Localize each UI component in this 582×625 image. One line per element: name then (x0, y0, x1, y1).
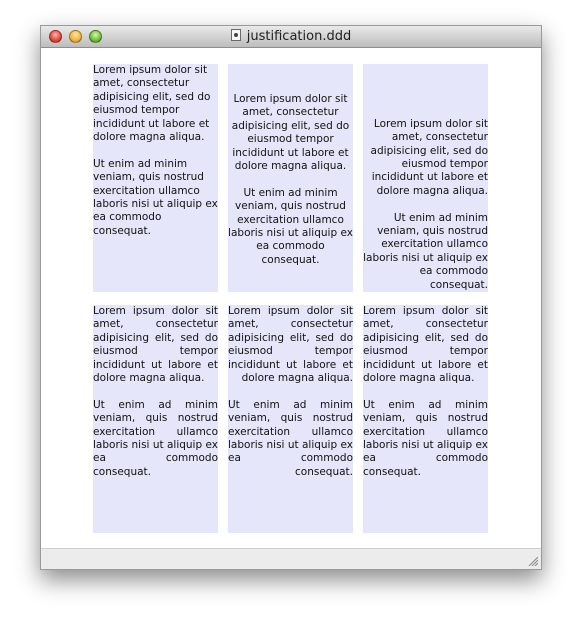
text-cell-bottom-center: Lorem ipsum dolor sit amet, consectetur … (228, 305, 353, 533)
paragraph-2: Ut enim ad minim veniam, quis nostrud ex… (228, 186, 353, 266)
paragraph-1: Lorem ipsum dolor sit amet, consectetur … (363, 305, 488, 385)
resize-grip-icon[interactable] (528, 556, 538, 566)
paragraph-2: Ut enim ad minim veniam, quis nostrud ex… (363, 211, 488, 291)
text-cell-top-left: Lorem ipsum dolor sit amet, consectetur … (93, 64, 218, 292)
paragraph-1: Lorem ipsum dolor sit amet, consectetur … (228, 305, 353, 385)
document-canvas: Lorem ipsum dolor sit amet, consectetur … (41, 48, 541, 549)
status-bar (41, 548, 541, 569)
document-icon (230, 29, 241, 41)
paragraph-2: Ut enim ad minim veniam, quis nostrud ex… (93, 157, 218, 237)
paragraph-1: Lorem ipsum dolor sit amet, consectetur … (93, 305, 218, 385)
title-bar[interactable]: justification.ddd (41, 26, 541, 48)
paragraph-2: Ut enim ad minim veniam, quis nostrud ex… (363, 398, 488, 478)
paragraph-2: Ut enim ad minim veniam, quis nostrud ex… (228, 398, 353, 478)
text-cell-top-center: Lorem ipsum dolor sit amet, consectetur … (228, 64, 353, 292)
paragraph-1: Lorem ipsum dolor sit amet, consectetur … (231, 93, 350, 173)
text-cell-bottom-left: Lorem ipsum dolor sit amet, consectetur … (93, 305, 218, 533)
text-cell-bottom-right: Lorem ipsum dolor sit amet, consectetur … (363, 305, 488, 533)
window-title-text: justification.ddd (246, 29, 352, 44)
paragraph-1: Lorem ipsum dolor sit amet, consectetur … (93, 64, 211, 144)
text-cell-top-right: Lorem ipsum dolor sit amet, consectetur … (363, 64, 488, 292)
paragraph-1: Lorem ipsum dolor sit amet, consectetur … (370, 117, 488, 197)
app-window: justification.ddd Lorem ipsum dolor sit … (40, 25, 542, 570)
window-title: justification.ddd (41, 29, 541, 45)
paragraph-2: Ut enim ad minim veniam, quis nostrud ex… (93, 398, 218, 478)
